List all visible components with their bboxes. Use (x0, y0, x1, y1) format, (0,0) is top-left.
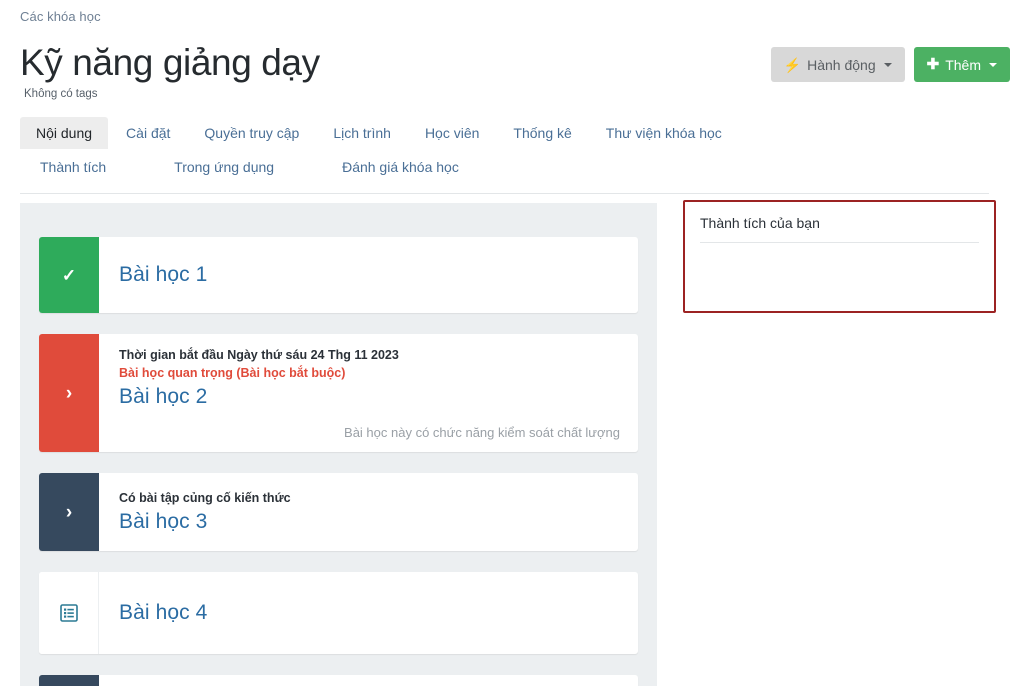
tab-thong-ke[interactable]: Thống kê (497, 117, 587, 149)
lesson-title[interactable]: Bài học 2 (119, 383, 620, 411)
tab-hoc-vien[interactable]: Học viên (409, 117, 495, 149)
course-tabs-row2: Thành tích Trong ứng dụng Đánh giá khóa … (20, 151, 989, 185)
action-dropdown-button[interactable]: ⚡ Hành động (770, 47, 905, 82)
lesson-card-body: Bài học 1 (99, 237, 638, 313)
add-dropdown-button[interactable]: ✚ Thêm (913, 47, 1010, 82)
chevron-glyph: › (65, 501, 73, 523)
lesson-title[interactable]: Bài học 1 (119, 261, 620, 289)
lesson-card-body: Có bài tập củng cố kiến thức Bài học 3 (99, 473, 638, 551)
tab-thanh-tich[interactable]: Thành tích (40, 151, 132, 183)
action-dropdown-label: Hành động (807, 56, 876, 73)
tab-lich-trinh[interactable]: Lịch trình (317, 117, 407, 149)
lesson-title[interactable]: Bài học 3 (119, 508, 620, 536)
check-icon: ✓ (39, 237, 99, 313)
tab-quyen-truy-cap[interactable]: Quyền truy cập (188, 117, 315, 149)
chevron-right-icon (39, 675, 99, 686)
tab-thu-vien-khoa-hoc[interactable]: Thư viện khóa học (590, 117, 738, 149)
lesson-quality-note: Bài học này có chức năng kiểm soát chất … (344, 425, 620, 440)
check-glyph: ✓ (61, 265, 77, 285)
course-tabs: Nội dung Cài đặt Quyền truy cập Lịch trì… (20, 117, 989, 194)
chevron-right-icon: › (39, 334, 99, 452)
breadcrumb-courses-link[interactable]: Các khóa học (20, 9, 101, 24)
header-actions: ⚡ Hành động ✚ Thêm (770, 47, 1010, 82)
chevron-down-icon (989, 62, 997, 67)
tab-cai-dat[interactable]: Cài đặt (110, 117, 186, 149)
page-title: Kỹ năng giảng dạy (20, 42, 320, 83)
chevron-glyph: › (65, 382, 73, 404)
lesson-card[interactable]: › Thời gian bắt đầu Ngày thứ sáu 24 Thg … (39, 334, 638, 452)
page-title-block: Kỹ năng giảng dạy Không có tags (20, 40, 320, 100)
course-content-page: Các khóa học Kỹ năng giảng dạy Không có … (0, 0, 1029, 686)
lesson-title[interactable]: Bài học 4 (119, 599, 620, 627)
lesson-card-body: Bài học 4 (99, 572, 638, 654)
lesson-card-partial[interactable] (39, 675, 638, 686)
tab-trong-ung-dung[interactable]: Trong ứng dụng (174, 151, 300, 183)
lesson-card[interactable]: Bài học 4 (39, 572, 638, 654)
lesson-card-body (99, 675, 638, 686)
lesson-start-date: Thời gian bắt đầu Ngày thứ sáu 24 Thg 11… (119, 348, 399, 362)
lesson-required-badge: Bài học quan trọng (Bài học bắt buộc) (119, 366, 346, 380)
lesson-list: ✓ Bài học 1 › Thời gian bắt đầu Ngày thứ… (20, 203, 657, 686)
tab-danh-gia-khoa-hoc[interactable]: Đánh giá khóa học (342, 151, 485, 183)
tab-noi-dung[interactable]: Nội dung (20, 117, 109, 149)
list-document-icon (39, 572, 99, 654)
chevron-down-icon (883, 62, 892, 67)
chevron-right-icon: › (39, 473, 99, 551)
achievements-panel: Thành tích của bạn (683, 200, 996, 313)
lesson-card[interactable]: › Có bài tập củng cố kiến thức Bài học 3 (39, 473, 638, 551)
plus-icon: ✚ (926, 56, 940, 73)
bolt-icon: ⚡ (783, 56, 802, 73)
lesson-exercise-note: Có bài tập củng cố kiến thức (119, 491, 291, 505)
page-tags-note: Không có tags (24, 88, 98, 100)
lesson-card-body: Thời gian bắt đầu Ngày thứ sáu 24 Thg 11… (99, 334, 638, 452)
lesson-card[interactable]: ✓ Bài học 1 (39, 237, 638, 313)
achievements-panel-title: Thành tích của bạn (700, 215, 979, 243)
add-dropdown-label: Thêm (945, 56, 981, 73)
achievements-panel-body (700, 243, 979, 295)
